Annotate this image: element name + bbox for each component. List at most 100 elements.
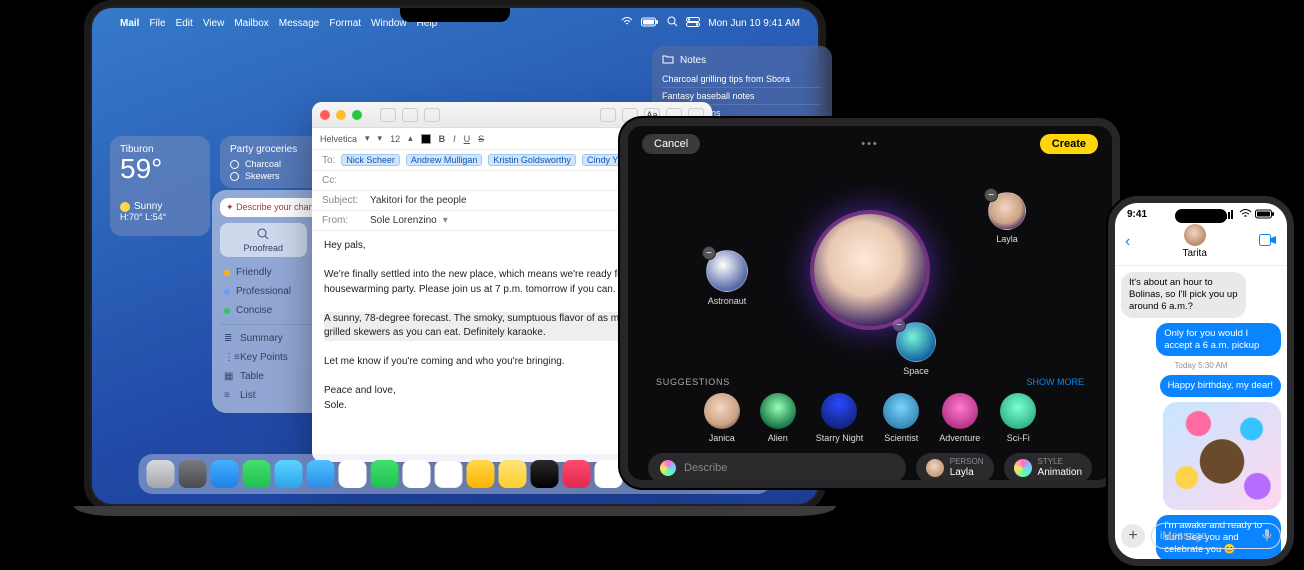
- suggestion-janica[interactable]: Janica: [704, 393, 740, 443]
- recipient-token[interactable]: Nick Scheer: [341, 154, 400, 166]
- search-icon[interactable]: [667, 16, 678, 30]
- close-icon[interactable]: [320, 110, 330, 120]
- message-placeholder: iMessage: [1160, 530, 1207, 542]
- menubar-view[interactable]: View: [203, 18, 225, 29]
- dock-notes-icon[interactable]: [499, 460, 527, 488]
- font-size-up[interactable]: ▴: [408, 133, 413, 144]
- dock-mail-icon[interactable]: [275, 460, 303, 488]
- menubar: Mail File Edit View Mailbox Message Form…: [106, 14, 804, 32]
- minimize-icon[interactable]: [336, 110, 346, 120]
- dock-music-icon[interactable]: [563, 460, 591, 488]
- message-outgoing[interactable]: Happy birthday, my dear!: [1160, 375, 1281, 397]
- message-outgoing[interactable]: Only for you would I accept a 6 a.m. pic…: [1156, 323, 1281, 357]
- checkbox-icon[interactable]: [230, 160, 239, 169]
- avatar: [926, 459, 944, 477]
- message-image[interactable]: [1163, 402, 1281, 510]
- menubar-message[interactable]: Message: [279, 18, 320, 29]
- wifi-icon[interactable]: [621, 17, 633, 30]
- dock-contacts-icon[interactable]: [435, 460, 463, 488]
- facetime-icon[interactable]: [1259, 234, 1277, 249]
- generated-portrait[interactable]: [814, 214, 926, 326]
- weather-widget[interactable]: Tiburon 59° Sunny H:70° L:54°: [110, 136, 210, 236]
- recipient-token[interactable]: Kristin Goldsworthy: [488, 154, 576, 166]
- timestamp: Today 5:30 AM: [1121, 361, 1281, 370]
- bold-icon[interactable]: B: [439, 134, 446, 144]
- message-input[interactable]: iMessage: [1151, 523, 1281, 549]
- remove-icon[interactable]: −: [702, 246, 716, 260]
- text-color[interactable]: [421, 134, 431, 144]
- dock-calendar-icon[interactable]: [403, 460, 431, 488]
- weather-hilo: H:70° L:54°: [120, 212, 200, 222]
- send-icon[interactable]: [380, 108, 396, 122]
- concept-space[interactable]: − Space: [896, 322, 936, 376]
- headers-icon[interactable]: [402, 108, 418, 122]
- macbook-base: [74, 506, 836, 516]
- notes-row-0[interactable]: Charcoal grilling tips from Sbora: [662, 71, 822, 88]
- remove-icon[interactable]: −: [984, 188, 998, 202]
- font-select[interactable]: Helvetica: [320, 134, 357, 144]
- weather-cond: Sunny: [134, 201, 162, 212]
- dock-finder-icon[interactable]: [147, 460, 175, 488]
- person-chip[interactable]: PERSONLayla: [916, 453, 994, 483]
- dock-messages-icon[interactable]: [243, 460, 271, 488]
- suggestion-sci-fi[interactable]: Sci-Fi: [1000, 393, 1036, 443]
- reply-icon[interactable]: [424, 108, 440, 122]
- back-icon[interactable]: ‹: [1125, 233, 1130, 251]
- italic-icon[interactable]: I: [453, 134, 456, 144]
- messages-thread[interactable]: It's about an hour to Bolinas, so I'll p…: [1115, 266, 1287, 566]
- contact-name[interactable]: Tarita: [1182, 248, 1206, 259]
- list-icon: ≡: [224, 390, 234, 401]
- suggestion-adventure[interactable]: Adventure: [939, 393, 980, 443]
- suggestions-row: Janica Alien Starry Night Scientist Adve…: [628, 387, 1112, 443]
- control-center-icon[interactable]: [686, 17, 700, 30]
- checkbox-icon[interactable]: [230, 172, 239, 181]
- menubar-clock[interactable]: Mon Jun 10 9:41 AM: [708, 18, 800, 29]
- menubar-format[interactable]: Format: [329, 18, 361, 29]
- suggestion-starry-night[interactable]: Starry Night: [816, 393, 864, 443]
- dictation-icon[interactable]: [1262, 528, 1272, 545]
- strike-icon[interactable]: S: [478, 134, 484, 144]
- more-icon[interactable]: •••: [861, 138, 879, 150]
- dock-reminders-icon[interactable]: [467, 460, 495, 488]
- zoom-icon[interactable]: [352, 110, 362, 120]
- dock-facetime-icon[interactable]: [371, 460, 399, 488]
- avatar[interactable]: [1184, 224, 1206, 246]
- cancel-button[interactable]: Cancel: [642, 134, 700, 154]
- menubar-help[interactable]: Help: [417, 18, 438, 29]
- dock-safari-icon[interactable]: [211, 460, 239, 488]
- menubar-app-name[interactable]: Mail: [120, 18, 139, 29]
- menubar-mailbox[interactable]: Mailbox: [234, 18, 268, 29]
- proofread-button[interactable]: Proofread: [220, 223, 307, 257]
- message-incoming[interactable]: It's about an hour to Bolinas, so I'll p…: [1121, 272, 1246, 318]
- underline-icon[interactable]: U: [464, 134, 471, 144]
- status-time: 9:41: [1127, 209, 1147, 222]
- attach-icon[interactable]: [600, 108, 616, 122]
- concept-layla[interactable]: − Layla: [988, 192, 1026, 244]
- suggestion-scientist[interactable]: Scientist: [883, 393, 919, 443]
- menubar-edit[interactable]: Edit: [176, 18, 193, 29]
- create-button[interactable]: Create: [1040, 134, 1098, 154]
- sun-icon: [120, 202, 130, 212]
- dock-maps-icon[interactable]: [307, 460, 335, 488]
- dock-photos-icon[interactable]: [339, 460, 367, 488]
- dock-news-icon[interactable]: [595, 460, 623, 488]
- remove-icon[interactable]: −: [892, 318, 906, 332]
- chevron-down-icon[interactable]: ▾: [443, 215, 448, 226]
- show-more-button[interactable]: SHOW MORE: [1027, 377, 1085, 387]
- chevron-down-icon[interactable]: ▾: [365, 133, 370, 144]
- menubar-window[interactable]: Window: [371, 18, 407, 29]
- style-chip[interactable]: STYLEAnimation: [1004, 453, 1092, 483]
- attach-plus-icon[interactable]: +: [1121, 524, 1145, 548]
- concept-astronaut[interactable]: − Astronaut: [706, 250, 748, 306]
- describe-field[interactable]: Describe: [648, 453, 906, 483]
- table-icon: ▦: [224, 371, 234, 382]
- dock-settings-icon[interactable]: [179, 460, 207, 488]
- suggestion-alien[interactable]: Alien: [760, 393, 796, 443]
- menubar-file[interactable]: File: [149, 18, 165, 29]
- dock-tv-icon[interactable]: [531, 460, 559, 488]
- battery-icon[interactable]: [641, 17, 659, 30]
- recipient-token[interactable]: Andrew Mulligan: [406, 154, 483, 166]
- battery-icon: [1255, 209, 1275, 222]
- font-size-down[interactable]: ▾: [378, 133, 383, 144]
- magnify-text-icon: [256, 227, 270, 243]
